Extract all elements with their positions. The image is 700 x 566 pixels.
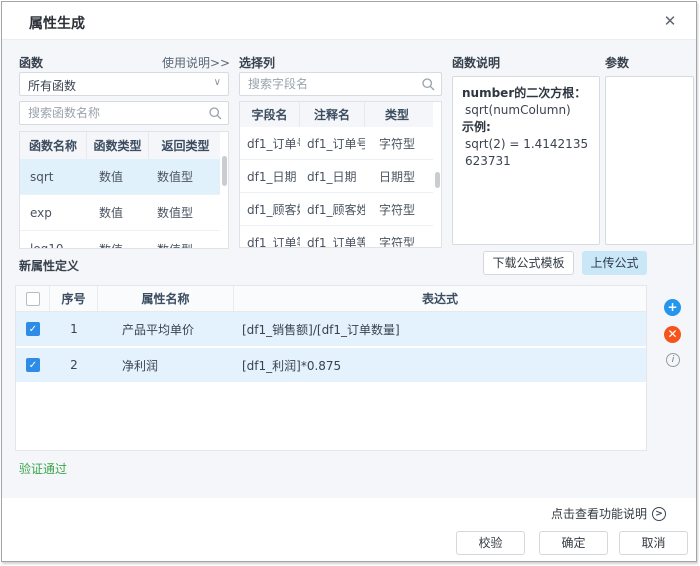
- dialog-title: 属性生成: [29, 13, 85, 33]
- help-link-text: 点击查看功能说明: [551, 505, 647, 522]
- validation-status: 验证通过: [19, 460, 67, 477]
- search-icon: [209, 107, 222, 120]
- col-header-func-type: 函数类型: [87, 132, 149, 159]
- usage-instructions-link[interactable]: 使用说明>>: [162, 54, 230, 71]
- attr-seq: 2: [50, 358, 98, 372]
- search-icon: [422, 78, 435, 91]
- dialog-body: 函数 使用说明>> 所有函数 ∨ 函数名称 函数类型 返回类型 sqrt 数值 …: [2, 40, 696, 498]
- col-header-func-name: 函数名称: [20, 132, 87, 159]
- chevron-down-icon: ∨: [214, 77, 221, 88]
- ok-button[interactable]: 确定: [539, 531, 608, 555]
- attr-expression: [df1_利润]*0.875: [234, 357, 646, 374]
- function-search-input[interactable]: [28, 103, 190, 123]
- function-row-sqrt[interactable]: sqrt 数值 数值型: [20, 159, 228, 195]
- columns-table: 字段名 注释名 类型 df1_订单号 df1_订单号 字符型 df1_日期 df…: [239, 101, 442, 248]
- dialog-footer: 点击查看功能说明 > 校验 确定 取消: [2, 498, 696, 562]
- function-description-label: 函数说明: [452, 54, 500, 71]
- description-signature: sqrt(numColumn): [462, 102, 590, 119]
- attr-name: 净利润: [98, 357, 234, 374]
- info-icon[interactable]: i: [666, 353, 680, 367]
- col-header-comment: 注释名: [300, 102, 365, 127]
- col-header-seq: 序号: [50, 286, 98, 311]
- attr-expression: [df1_销售额]/[df1_订单数量]: [234, 321, 646, 338]
- row-checkbox[interactable]: ✓: [26, 358, 40, 372]
- function-description-box: number的二次方根： sqrt(numColumn) 示例: sqrt(2)…: [452, 76, 600, 245]
- col-header-return-type: 返回类型: [149, 132, 222, 159]
- scrollbar-thumb[interactable]: [435, 172, 440, 188]
- functions-table: 函数名称 函数类型 返回类型 sqrt 数值 数值型 exp 数值 数值型 lo…: [19, 131, 229, 249]
- description-title: number的二次方根：: [462, 85, 590, 102]
- attribute-row[interactable]: ✓ 1 产品平均单价 [df1_销售额]/[df1_订单数量]: [16, 312, 646, 348]
- column-row[interactable]: df1_订单号 df1_订单号 字符型: [240, 127, 441, 160]
- attribute-table-header: 序号 属性名称 表达式: [16, 286, 646, 312]
- col-header-expression: 表达式: [234, 286, 646, 311]
- attribute-generation-dialog: 属性生成 ✕ 函数 使用说明>> 所有函数 ∨ 函数名称 函数类型 返回类型 s…: [1, 1, 697, 562]
- dialog-header: 属性生成 ✕: [2, 2, 696, 40]
- row-checkbox[interactable]: ✓: [26, 322, 40, 336]
- screen: 属性生成 ✕ 函数 使用说明>> 所有函数 ∨ 函数名称 函数类型 返回类型 s…: [0, 0, 700, 566]
- view-function-help-link[interactable]: 点击查看功能说明 >: [551, 505, 666, 522]
- attr-name: 产品平均单价: [98, 321, 234, 338]
- column-row[interactable]: df1_顾客姓名 df1_顾客姓名 字符型: [240, 193, 441, 226]
- parameters-label: 参数: [605, 54, 629, 71]
- column-search-box: [239, 72, 442, 96]
- attribute-row[interactable]: ✓ 2 净利润 [df1_利润]*0.875: [16, 348, 646, 384]
- add-row-icon[interactable]: +: [664, 299, 681, 316]
- functions-label: 函数: [19, 54, 43, 71]
- scrollbar-thumb[interactable]: [222, 156, 227, 186]
- circle-arrow-icon: >: [652, 507, 666, 521]
- upload-formula-button[interactable]: 上传公式: [582, 251, 647, 275]
- parameters-box: [605, 76, 694, 245]
- description-example: sqrt(2) = 1.4142135623731: [462, 136, 590, 170]
- function-filter-select[interactable]: 所有函数 ∨: [19, 72, 229, 96]
- select-columns-label: 选择列: [239, 54, 275, 71]
- column-row[interactable]: df1_日期 df1_日期 日期型: [240, 160, 441, 193]
- columns-table-header: 字段名 注释名 类型: [240, 102, 441, 127]
- new-attribute-label: 新属性定义: [19, 257, 79, 274]
- col-header-type: 类型: [365, 102, 429, 127]
- cancel-button[interactable]: 取消: [619, 531, 688, 555]
- delete-row-icon[interactable]: ✕: [664, 326, 681, 343]
- function-search-box: [19, 101, 229, 125]
- function-row-exp[interactable]: exp 数值 数值型: [20, 195, 228, 231]
- close-icon[interactable]: ✕: [660, 11, 680, 31]
- functions-table-header: 函数名称 函数类型 返回类型: [20, 132, 228, 159]
- attr-seq: 1: [50, 322, 98, 336]
- column-search-input[interactable]: [248, 74, 405, 94]
- verify-button[interactable]: 校验: [456, 531, 525, 555]
- download-template-button[interactable]: 下载公式模板: [483, 251, 574, 275]
- attribute-table: 序号 属性名称 表达式 ✓ 1 产品平均单价 [df1_销售额]/[df1_订单…: [15, 285, 647, 451]
- columns-table-scrollbar: [433, 102, 441, 247]
- function-row-log10[interactable]: log10 数值 数值型: [20, 231, 228, 249]
- col-header-attr-name: 属性名称: [98, 286, 234, 311]
- functions-table-scrollbar: [220, 132, 228, 248]
- column-row[interactable]: df1_订单等级 df1_订单等级 字符型: [240, 226, 441, 248]
- col-header-field: 字段名: [240, 102, 300, 127]
- description-example-label: 示例:: [462, 119, 590, 136]
- select-all-checkbox[interactable]: [26, 292, 40, 306]
- function-filter-value: 所有函数: [28, 77, 76, 94]
